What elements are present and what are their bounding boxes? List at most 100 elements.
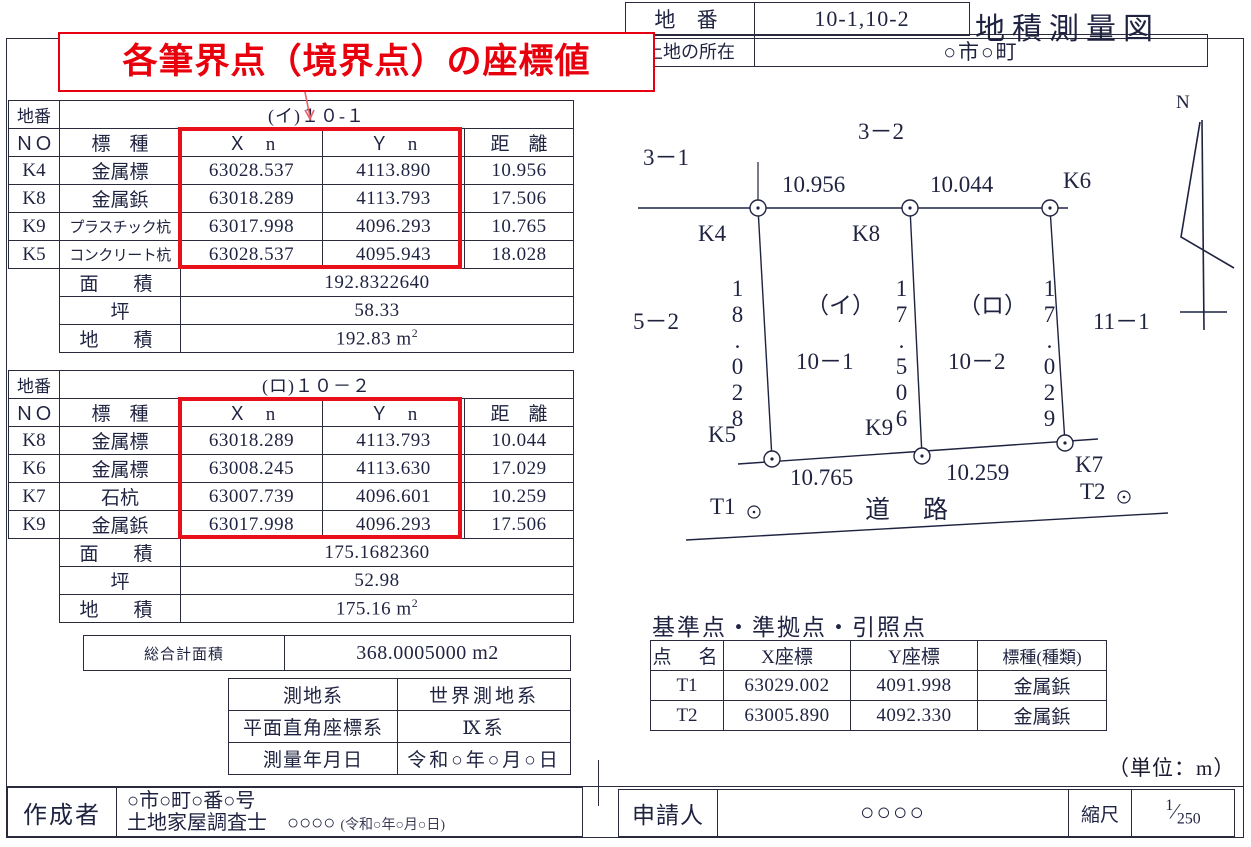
cell-dist: 10.956 [464,156,574,185]
cell-no: K4 [8,156,60,185]
parcel1-tsubo-label: 坪 [59,566,181,595]
neighbor-label-3-1: 3－1 [643,145,689,170]
cell-no: K5 [8,240,60,269]
unit-note: （単位：m） [1108,756,1236,780]
applicant-label: 申請人 [618,789,718,837]
cell-x: 63028.537 [180,156,323,185]
cell-no: K9 [8,510,60,539]
header-chiban-label: 地 番 [625,2,755,36]
cell-kind: 金属鋲 [59,184,181,213]
point-label-K6: K6 [1063,168,1092,193]
cell-x: 63017.998 [180,212,323,241]
geodetic-system-table: 測地系 世界測地系 平面直角座標系 Ⅸ系 測量年月日 令和○年○月○日 [228,678,571,775]
table-row: 地 番 10-1,10-2 [625,2,970,36]
table-row: T1 63029.002 4091.998 金属鋲 [650,670,1107,701]
cell-x: 63007.739 [180,482,323,511]
scale-value: 1⁄250 [1131,789,1235,837]
parcel0-col-x: Ｘ n [180,128,323,157]
parcel1-tsubo-value: 52.98 [180,566,574,595]
geo-value-0: 世界測地系 [397,678,571,711]
parcel0-chiban-label: 地番 [8,100,60,129]
summary-row-chiseki: 地 積 192.83 m2 [9,324,574,353]
parcel0-col-y: Ｙ n [322,128,465,157]
parcel0-tsubo-label: 坪 [59,296,181,325]
ref-cell-kind: 金属鋲 [977,700,1107,731]
parcel0-area-label: 面 積 [59,268,181,297]
table-row: K8 金属標 63018.289 4113.793 10.044 [8,426,574,455]
table-row: 平面直角座標系 Ⅸ系 [228,710,571,743]
road-label: 道 路 [865,497,953,524]
table-row: 測量年月日 令和○年○月○日 [228,742,571,775]
dimension-bottom-right: 10.259 [946,460,1010,485]
summary-row-area: 面 積 192.8322640 [9,268,574,297]
scale-denominator: 250 [1176,810,1201,828]
parcel1-chiban-label: 地番 [8,370,60,399]
annotation-arrow-icon [304,92,315,121]
geo-label-2: 測量年月日 [228,742,398,775]
point-label-K4: K4 [698,221,727,246]
cell-dist: 10.765 [464,212,574,241]
point-label-K8: K8 [852,221,881,246]
scale-numerator: 1 [1165,797,1174,815]
parcel0-tsubo-value: 58.33 [180,296,574,325]
cell-kind: 金属鋲 [59,510,181,539]
cell-dist: 17.506 [464,510,574,539]
ref-col-y: Y座標 [850,640,978,671]
north-arrow-icon [1180,119,1235,331]
table-row: K6 金属標 63008.245 4113.630 17.029 [8,454,574,483]
cell-no: K8 [8,184,60,213]
total-area-value: 368.0005000 m2 [284,635,571,671]
parcel0-col-dist: 距 離 [464,128,574,157]
table-row: K5 コンクリート杭 63028.537 4095.943 18.028 [8,240,574,269]
geo-label-0: 測地系 [228,678,398,711]
parcel-number-i: 10－1 [796,349,854,374]
table-row: 地番 (ロ)１０－２ [8,370,574,399]
parcel-coordinate-table-10-1: 地番 (イ)１０-１ ＮＯ 標 種 Ｘ n Ｙ n 距 離 K4 金属標 630… [8,100,574,353]
parcel1-col-dist: 距 離 [464,398,574,427]
summary-row-chiseki: 地 積 175.16 m2 [9,594,574,623]
cell-kind: プラスチック杭 [59,212,181,241]
parcel1-area-label: 面 積 [59,538,181,567]
summary-row-area: 面 積 175.1682360 [9,538,574,567]
table-header-row: ＮＯ 標 種 Ｘ n Ｙ n 距 離 [8,128,574,157]
cell-dist: 17.506 [464,184,574,213]
ref-cell-x: 63029.002 [723,670,851,701]
ref-cell-name: T1 [650,670,724,701]
ref-cell-x: 63005.890 [723,700,851,731]
reference-points-heading: 基準点・準拠点・引照点 [652,615,927,640]
table-row: 測地系 世界測地系 [228,678,571,711]
ref-cell-y: 4092.330 [850,700,978,731]
ref-col-name: 点 名 [650,640,724,671]
author-name: 土地家屋調査士 ○○○○ [127,812,336,834]
dimension-right-side: 17.029 [1037,276,1062,432]
cell-y: 4095.943 [322,240,465,269]
total-area-table: 総合計面積 368.0005000 m2 [83,635,571,671]
cell-no: K7 [8,482,60,511]
cell-kind: 金属標 [59,426,181,455]
cell-y: 4096.293 [322,212,465,241]
neighbor-label-3-2: 3－2 [858,119,904,144]
cell-y: 4096.601 [322,482,465,511]
author-address: ○市○町○番○号 [127,789,256,812]
annotation-callout-box: 各筆界点（境界点）の座標値 [58,32,655,92]
north-label: N [1176,92,1190,113]
cell-kind: 石杭 [59,482,181,511]
ref-cell-y: 4091.998 [850,670,978,701]
page-title: 地積測量図 [975,13,1160,46]
neighbor-label-11-1: 11－1 [1093,309,1150,334]
table-row: K9 プラスチック杭 63017.998 4096.293 10.765 [8,212,574,241]
parcel1-chiseki-value: 175.16 m2 [180,594,574,623]
dimension-left-side: 18.028 [725,276,750,432]
parcel-symbol-ro: （ロ） [958,293,1027,318]
cell-x: 63018.289 [180,426,323,455]
author-details: ○市○町○番○号 土地家屋調査士 ○○○○ (令和○年○月○日) [116,787,583,837]
parcel-number-ro: 10－2 [948,349,1006,374]
cell-y: 4113.793 [322,184,465,213]
table-header-row: 点 名 X座標 Y座標 標種(種類) [650,640,1107,671]
cell-y: 4113.630 [322,454,465,483]
author-name-row: 土地家屋調査士 ○○○○ (令和○年○月○日) [127,812,582,834]
applicant-scale-table: 申請人 ○○○○ 縮尺 1⁄250 [618,789,1235,837]
table-row: 総合計面積 368.0005000 m2 [83,635,571,671]
cell-dist: 10.044 [464,426,574,455]
cell-dist: 10.259 [464,482,574,511]
